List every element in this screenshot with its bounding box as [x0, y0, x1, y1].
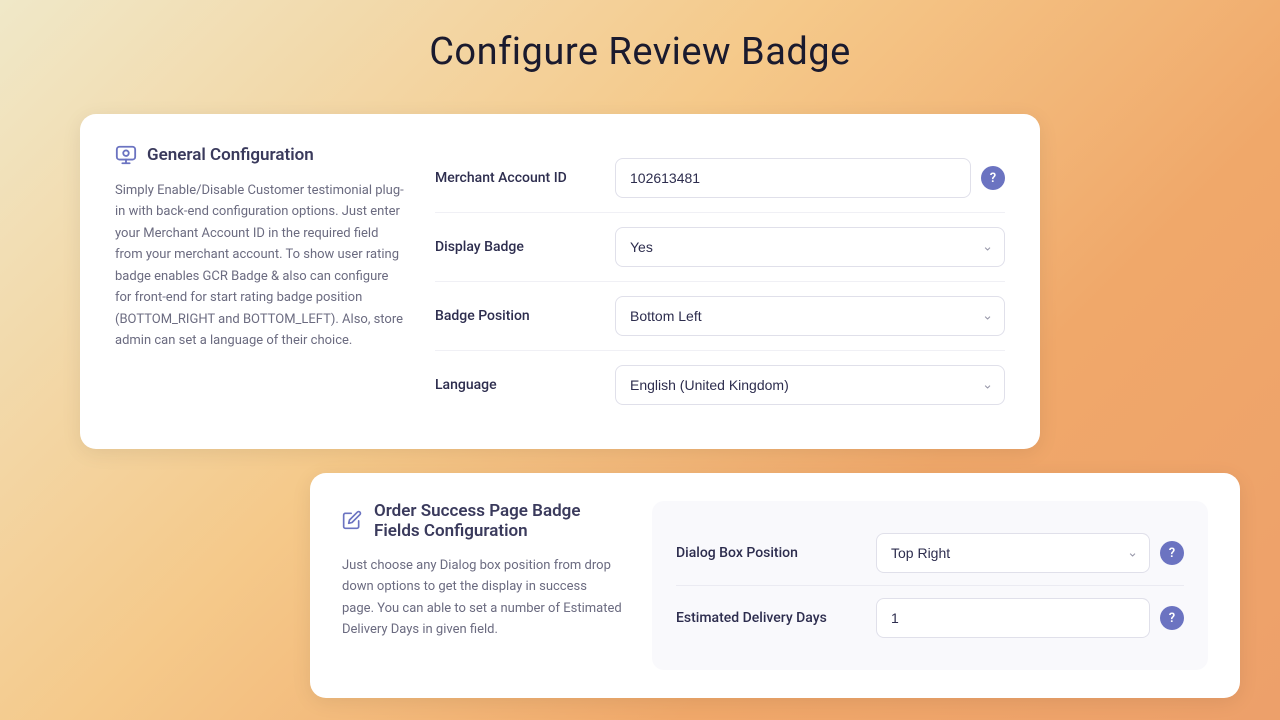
estimated-delivery-days-control: ?: [876, 598, 1184, 638]
merchant-account-id-input[interactable]: [615, 158, 971, 198]
badge-position-row: Badge Position Bottom Left Bottom Right …: [435, 282, 1005, 351]
estimated-delivery-days-row: Estimated Delivery Days ?: [676, 586, 1184, 650]
estimated-delivery-days-label: Estimated Delivery Days: [676, 610, 876, 626]
dialog-box-position-select[interactable]: Top Right Top Left Bottom Right Bottom L…: [876, 533, 1150, 573]
order-success-section-title: Order Success Page Badge Fields Configur…: [342, 501, 622, 541]
order-success-description: Just choose any Dialog box position from…: [342, 555, 622, 641]
badge-icon: [115, 144, 137, 166]
merchant-account-id-label: Merchant Account ID: [435, 170, 615, 186]
display-badge-select[interactable]: Yes No: [615, 227, 1005, 267]
display-badge-label: Display Badge: [435, 239, 615, 255]
dialog-box-position-label: Dialog Box Position: [676, 545, 876, 561]
badge-position-label: Badge Position: [435, 308, 615, 324]
general-config-left: General Configuration Simply Enable/Disa…: [115, 144, 405, 419]
general-config-card: General Configuration Simply Enable/Disa…: [80, 114, 1040, 449]
display-badge-row: Display Badge Yes No ⌄: [435, 213, 1005, 282]
display-badge-select-wrap: Yes No ⌄: [615, 227, 1005, 267]
edit-icon: [342, 510, 364, 532]
order-success-form: Dialog Box Position Top Right Top Left B…: [652, 501, 1208, 670]
order-success-card: Order Success Page Badge Fields Configur…: [310, 473, 1240, 698]
order-success-title-text: Order Success Page Badge Fields Configur…: [374, 501, 622, 541]
language-select[interactable]: English (United Kingdom) English (United…: [615, 365, 1005, 405]
dialog-box-position-row: Dialog Box Position Top Right Top Left B…: [676, 521, 1184, 586]
general-config-section-title: General Configuration: [115, 144, 405, 166]
general-config-form: Merchant Account ID ? Display Badge Yes …: [435, 144, 1005, 419]
merchant-account-id-row: Merchant Account ID ?: [435, 144, 1005, 213]
dialog-box-position-control: Top Right Top Left Bottom Right Bottom L…: [876, 533, 1184, 573]
badge-position-select-wrap: Bottom Left Bottom Right Top Left Top Ri…: [615, 296, 1005, 336]
badge-position-select[interactable]: Bottom Left Bottom Right Top Left Top Ri…: [615, 296, 1005, 336]
dialog-box-position-help-icon[interactable]: ?: [1160, 541, 1184, 565]
language-control: English (United Kingdom) English (United…: [615, 365, 1005, 405]
general-config-description: Simply Enable/Disable Customer testimoni…: [115, 180, 405, 352]
display-badge-control: Yes No ⌄: [615, 227, 1005, 267]
order-success-left: Order Success Page Badge Fields Configur…: [342, 501, 622, 670]
estimated-delivery-days-help-icon[interactable]: ?: [1160, 606, 1184, 630]
merchant-account-id-help-icon[interactable]: ?: [981, 166, 1005, 190]
language-label: Language: [435, 377, 615, 393]
dialog-box-position-select-wrap: Top Right Top Left Bottom Right Bottom L…: [876, 533, 1150, 573]
general-config-title-text: General Configuration: [147, 145, 314, 165]
estimated-delivery-days-input[interactable]: [876, 598, 1150, 638]
page-title: Configure Review Badge: [40, 30, 1240, 74]
page-container: Configure Review Badge General Configura…: [0, 0, 1280, 720]
language-row: Language English (United Kingdom) Englis…: [435, 351, 1005, 419]
language-select-wrap: English (United Kingdom) English (United…: [615, 365, 1005, 405]
badge-position-control: Bottom Left Bottom Right Top Left Top Ri…: [615, 296, 1005, 336]
merchant-account-id-control: ?: [615, 158, 1005, 198]
